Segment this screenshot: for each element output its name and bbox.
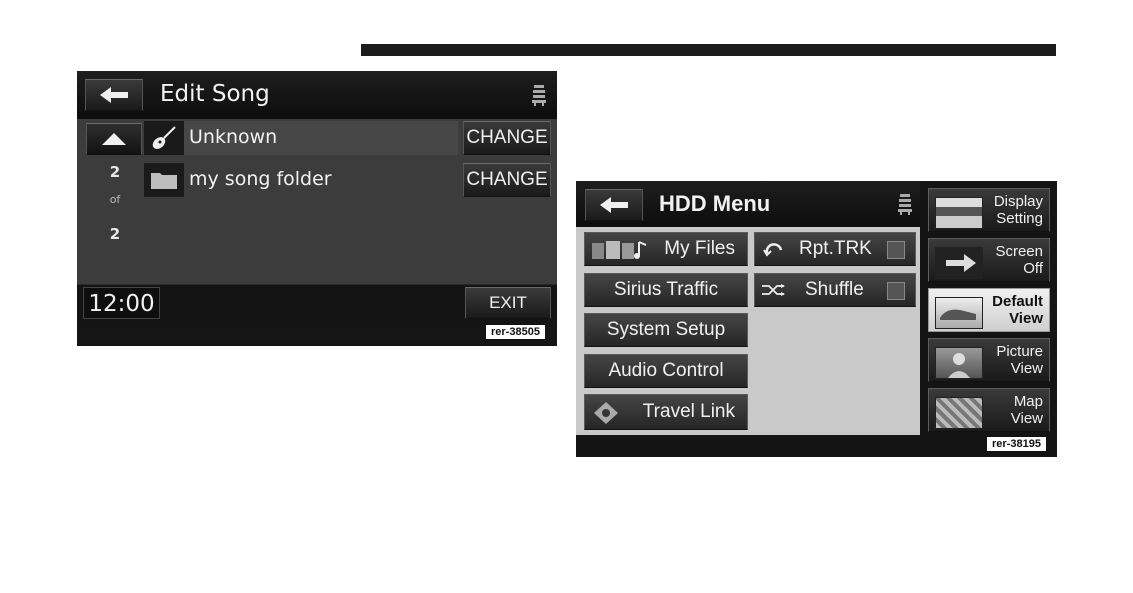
edit-song-screen: Edit Song Unknown my song folder CHANGE … — [77, 71, 557, 346]
system-setup-button[interactable]: System Setup — [584, 313, 748, 347]
page-current: 2 — [109, 163, 121, 181]
picture-view-label-2: View — [1010, 360, 1043, 377]
display-setting-label-1: Display — [993, 193, 1043, 210]
figure-tag: rer-38505 — [485, 324, 546, 340]
display-setting-label-2: Setting — [996, 210, 1043, 227]
screen-off-label-2: Off — [1023, 260, 1043, 277]
travel-link-label: Travel Link — [642, 401, 735, 422]
back-button[interactable] — [85, 79, 143, 111]
scroll-up-button[interactable] — [86, 123, 142, 155]
my-files-label: My Files — [664, 238, 735, 259]
change-artist-button[interactable]: CHANGE — [463, 121, 551, 155]
folder-icon — [144, 163, 184, 197]
picture-view-label-1: Picture — [996, 343, 1043, 360]
map-view-label-1: Map — [1013, 393, 1043, 410]
default-view-button[interactable]: Default View — [928, 288, 1050, 332]
folder-label: my song folder — [189, 168, 332, 190]
picture-icon — [935, 347, 983, 379]
list-item[interactable]: my song folder — [144, 163, 458, 197]
page-total: 2 — [109, 225, 121, 243]
figure-tag: rer-38195 — [986, 436, 1047, 452]
page-title: HDD Menu — [659, 191, 771, 216]
shuffle-label: Shuffle — [805, 279, 864, 300]
map-view-button[interactable]: Map View — [928, 388, 1050, 432]
map-icon — [935, 397, 983, 429]
artist-label: Unknown — [189, 126, 278, 148]
map-view-label-2: View — [1010, 410, 1043, 427]
travel-link-button[interactable]: Travel Link — [584, 394, 748, 430]
my-files-button[interactable]: My Files — [584, 232, 748, 266]
car-image-icon — [935, 297, 983, 329]
display-setting-icon — [935, 197, 983, 229]
guitar-icon — [144, 121, 184, 155]
files-music-icon — [592, 241, 647, 259]
repeat-icon — [763, 243, 783, 257]
shuffle-icon — [762, 284, 785, 296]
sirius-traffic-button[interactable]: Sirius Traffic — [584, 273, 748, 307]
header-rule — [361, 44, 1056, 56]
seat-icon — [898, 194, 912, 215]
page-title: Edit Song — [160, 81, 270, 107]
repeat-track-checkbox[interactable] — [887, 241, 905, 259]
screen-off-icon — [935, 247, 983, 279]
edit-song-header — [77, 71, 557, 119]
back-arrow-icon — [100, 87, 128, 103]
page-of-label: of — [109, 193, 121, 206]
picture-view-button[interactable]: Picture View — [928, 338, 1050, 382]
repeat-track-toggle[interactable]: Rpt.TRK — [754, 232, 916, 266]
hdd-menu-screen: HDD Menu My Files Sirius Traffic System … — [576, 181, 1057, 457]
up-arrow-icon — [102, 133, 126, 145]
back-button[interactable] — [585, 189, 643, 221]
display-setting-button[interactable]: Display Setting — [928, 188, 1050, 232]
shuffle-checkbox[interactable] — [887, 282, 905, 300]
screen-off-label-1: Screen — [995, 243, 1043, 260]
exit-button[interactable]: EXIT — [465, 287, 551, 319]
repeat-track-label: Rpt.TRK — [799, 238, 872, 259]
travel-link-icon — [594, 402, 618, 424]
screen-off-button[interactable]: Screen Off — [928, 238, 1050, 282]
audio-control-button[interactable]: Audio Control — [584, 354, 748, 388]
default-view-label-1: Default — [992, 293, 1043, 310]
shuffle-toggle[interactable]: Shuffle — [754, 273, 916, 307]
back-arrow-icon — [600, 197, 628, 213]
list-item[interactable]: Unknown — [144, 121, 458, 155]
clock: 12:00 — [83, 287, 160, 319]
change-folder-button[interactable]: CHANGE — [463, 163, 551, 197]
default-view-label-2: View — [1009, 310, 1043, 327]
seat-icon — [532, 85, 546, 106]
